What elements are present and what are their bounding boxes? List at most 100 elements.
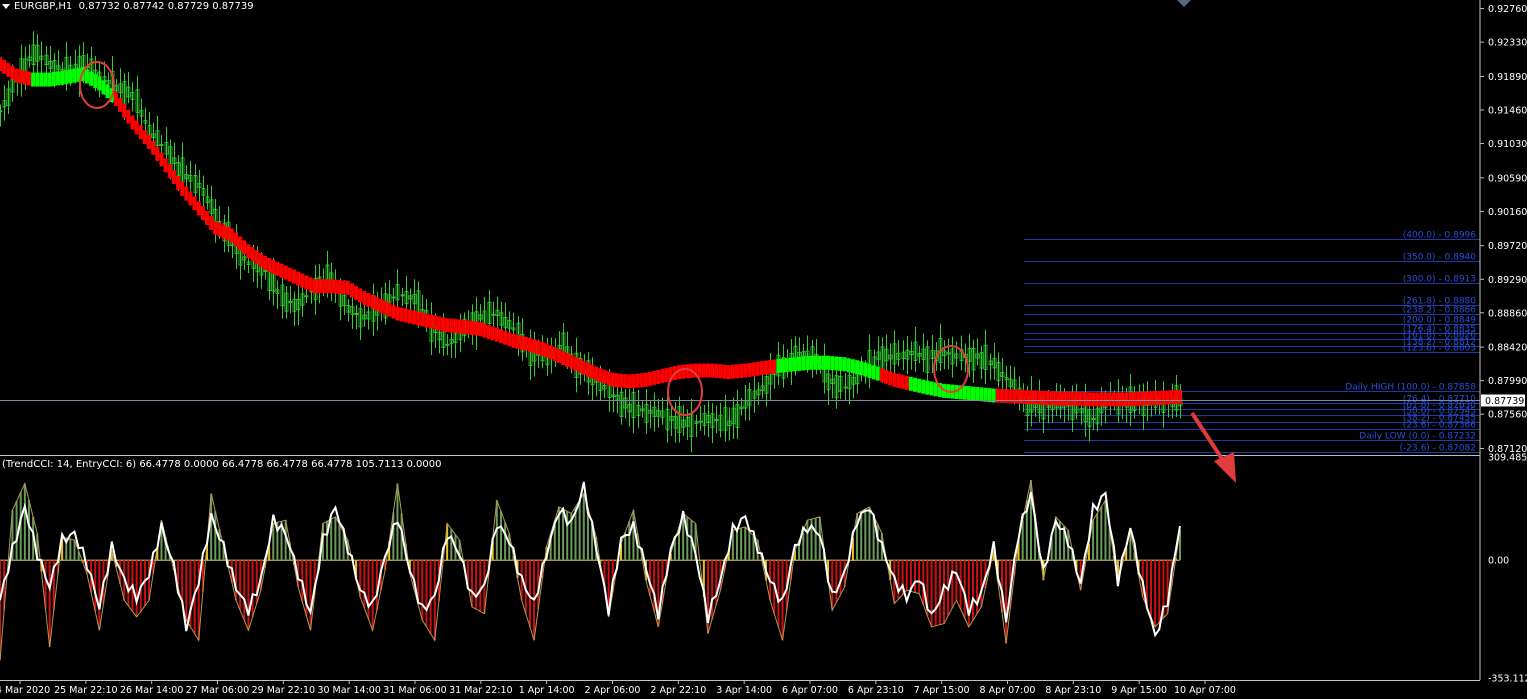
time-tick-label: 6 Apr 23:10 (848, 685, 904, 696)
ma-ribbon-segment (830, 356, 835, 371)
ma-ribbon-segment (1149, 391, 1154, 406)
ma-ribbon-segment (1169, 390, 1174, 405)
ma-ribbon-segment (747, 362, 752, 377)
ma-ribbon-segment (490, 326, 495, 341)
ma-ribbon-segment (47, 72, 52, 87)
ma-ribbon-segment (1016, 389, 1021, 404)
ma-ribbon-segment (134, 120, 139, 135)
time-tick-label: 24 Mar 2020 (0, 685, 50, 696)
ma-ribbon-segment (834, 356, 839, 371)
ma-ribbon-segment (577, 358, 582, 373)
ma-ribbon-segment (482, 323, 487, 338)
ma-ribbon-segment (585, 362, 590, 377)
ma-ribbon-segment (1128, 392, 1133, 407)
ma-ribbon-segment (805, 356, 810, 371)
ma-ribbon-segment (449, 318, 454, 333)
ma-ribbon-segment (64, 70, 69, 85)
cci-histogram-bar (934, 560, 937, 626)
price-tick-label: 0.90160 (1488, 207, 1527, 218)
ma-ribbon-segment (105, 84, 110, 99)
ma-ribbon-segment (366, 292, 371, 307)
ma-ribbon-segment (900, 374, 905, 389)
ma-ribbon-segment (614, 373, 619, 388)
ma-ribbon-segment (200, 206, 205, 221)
ma-ribbon-segment (10, 65, 15, 80)
ma-ribbon-segment (234, 232, 238, 247)
ma-ribbon-segment (22, 70, 27, 85)
cci-histogram-bar (429, 560, 432, 634)
ma-ribbon-segment (859, 361, 864, 376)
chart-svg[interactable]: (400.0) - 0.8996 (350.0) - 0.8940 (300.0) … (0, 0, 1527, 699)
ma-ribbon-segment (544, 343, 549, 358)
ma-ribbon-segment (772, 359, 777, 374)
ma-ribbon-segment (879, 368, 884, 383)
ma-ribbon-segment (196, 201, 201, 216)
ma-ribbon-segment (602, 369, 607, 384)
ma-ribbon-segment (209, 215, 214, 230)
ma-ribbon-segment (1178, 390, 1182, 405)
price-tick-label: 0.89720 (1488, 241, 1527, 252)
cci-histogram-bar (781, 560, 784, 641)
ma-ribbon-segment (1173, 390, 1178, 405)
ma-ribbon-segment (913, 377, 918, 392)
ma-ribbon-segment (776, 358, 781, 373)
cci-histogram-bar (479, 560, 482, 612)
cci-histogram-bar (421, 560, 424, 621)
ma-ribbon-segment (1082, 392, 1087, 407)
ma-ribbon-segment (1132, 392, 1137, 407)
ma-ribbon-segment (84, 69, 89, 84)
ma-ribbon-segment (113, 92, 118, 107)
ma-ribbon-segment (267, 257, 272, 272)
ma-ribbon-segment (304, 275, 309, 290)
current-price-label: 0.87739 (1485, 396, 1524, 407)
ma-ribbon-segment (432, 315, 437, 330)
cci-histogram-bar (338, 524, 341, 561)
cci-histogram-bar (711, 560, 714, 620)
cci-histogram-bar (860, 511, 863, 561)
ma-ribbon-segment (610, 372, 615, 387)
price-tick-label: 0.87990 (1488, 376, 1527, 387)
ma-ribbon-segment (420, 312, 425, 327)
ma-ribbon-segment (846, 358, 851, 373)
ma-ribbon-segment (784, 358, 789, 373)
fib-level-label: (350.0) - 0.8940 (1403, 253, 1477, 263)
cci-histogram-bar (1104, 500, 1107, 561)
ma-ribbon-segment (470, 321, 474, 336)
ma-ribbon-segment (1041, 390, 1046, 405)
time-tick-label: 10 Apr 07:00 (1174, 685, 1236, 696)
ma-ribbon-segment (205, 211, 210, 226)
ma-ribbon-segment (151, 140, 156, 155)
ma-ribbon-segment (552, 347, 557, 362)
fib-level-label: (400.0) - 0.8996 (1403, 231, 1477, 241)
ma-ribbon-segment (1165, 390, 1170, 405)
ma-ribbon-segment (1140, 391, 1145, 406)
ma-ribbon-segment (962, 385, 967, 400)
cci-histogram-bar (735, 529, 738, 561)
ma-ribbon-segment (291, 269, 296, 284)
time-tick-label: 8 Apr 07:00 (980, 685, 1036, 696)
price-tick-label: 0.88420 (1488, 343, 1527, 354)
cci-histogram-bar (777, 560, 780, 627)
ma-ribbon-segment (424, 313, 429, 328)
ma-ribbon-segment (755, 361, 760, 376)
ma-ribbon-segment (349, 283, 354, 298)
ma-ribbon-segment (457, 319, 462, 334)
ma-ribbon-segment (337, 280, 342, 295)
ma-ribbon-segment (1161, 390, 1166, 405)
ma-ribbon-segment (842, 357, 847, 372)
cci-panel (0, 480, 1181, 661)
ma-ribbon-segment (718, 364, 723, 379)
ma-ribbon-segment (768, 360, 773, 375)
ma-ribbon-segment (751, 362, 756, 377)
ma-ribbon-segment (387, 302, 392, 317)
axes: 0.92760 0.92330 0.91890 0.91460 0.91030 0.905… (0, 0, 1527, 696)
cci-histogram-bar (922, 560, 925, 605)
cci-histogram-bar (918, 560, 921, 594)
cci-tick-label: 309.4855 (1488, 453, 1527, 464)
ma-ribbon-segment (428, 314, 433, 329)
ma-ribbon-segment (441, 317, 446, 332)
cci-histogram-bar (1100, 506, 1103, 561)
ma-ribbon-segment (412, 310, 417, 325)
ma-ribbon-segment (710, 363, 715, 378)
cci-histogram-bar (864, 509, 867, 561)
